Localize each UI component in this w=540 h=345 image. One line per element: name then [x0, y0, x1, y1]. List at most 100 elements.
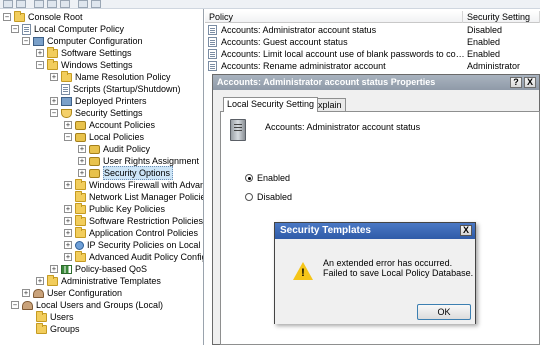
expand-icon[interactable]: + — [50, 73, 58, 81]
help-button[interactable]: ? — [510, 77, 522, 88]
expand-icon[interactable]: + — [78, 157, 86, 165]
policy-heading: Accounts: Administrator account status — [265, 122, 421, 132]
tree-item-local-users-groups[interactable]: − Local Users and Groups (Local) — [11, 299, 163, 311]
tree-item-ip-security[interactable]: + IP Security Policies on Local Co — [64, 239, 203, 251]
folder-icon — [61, 70, 72, 82]
tree-item-audit-policy[interactable]: + Audit Policy — [78, 143, 150, 155]
column-header-security-setting[interactable]: Security Setting — [463, 11, 540, 23]
computer-icon — [33, 36, 44, 46]
tree-item-software-settings[interactable]: + Software Settings — [36, 46, 132, 59]
column-header-policy[interactable]: Policy — [205, 11, 463, 23]
expand-icon[interactable]: + — [50, 265, 58, 273]
tree-item-label: Deployed Printers — [75, 96, 147, 106]
error-title-bar[interactable]: Security Templates — [275, 223, 475, 239]
tree-item-security-settings[interactable]: − Security Settings — [50, 107, 143, 119]
expand-icon[interactable]: + — [50, 97, 58, 105]
tree-item-console-root[interactable]: − Console Root — [3, 10, 83, 23]
tree-item-software-restriction[interactable]: + Software Restriction Policies — [64, 214, 204, 227]
tree-item-label: Windows Firewall with Advance — [89, 180, 204, 190]
tree-item-user-configuration[interactable]: + User Configuration — [22, 287, 122, 299]
tree-item-local-policies[interactable]: − Local Policies — [64, 131, 144, 143]
tree-item-administrative-templates[interactable]: + Administrative Templates — [36, 274, 161, 287]
expand-icon[interactable]: + — [64, 121, 72, 129]
folder-icon — [47, 274, 58, 286]
show-hide-tree-icon[interactable] — [47, 0, 57, 8]
tree-item-label: Users — [50, 312, 74, 322]
collapse-icon[interactable]: − — [22, 37, 30, 45]
folder-icon — [75, 202, 86, 214]
console-tree: − Console Root − Local Computer Policy −… — [0, 9, 204, 345]
enabled-label[interactable]: Enabled — [257, 173, 290, 183]
tab-local-security-setting[interactable]: Local Security Setting — [223, 97, 319, 112]
tree-item-name-resolution-policy[interactable]: + Name Resolution Policy — [50, 70, 171, 83]
tree-item-application-control[interactable]: + Application Control Policies — [64, 226, 198, 239]
tree-item-users[interactable]: Users — [36, 310, 74, 323]
expand-icon[interactable]: + — [64, 217, 72, 225]
expand-icon[interactable]: + — [36, 277, 44, 285]
user-icon — [33, 288, 44, 298]
policy-name: Accounts: Guest account status — [221, 37, 348, 47]
folder-lock-icon — [89, 168, 100, 178]
error-body: ! An extended error has occurred. Failed… — [275, 240, 475, 324]
error-title: Security Templates — [280, 225, 371, 236]
list-row[interactable]: Accounts: Administrator account status D… — [205, 24, 540, 36]
tree-item-label: Software Restriction Policies — [89, 216, 204, 226]
expand-icon[interactable]: + — [64, 205, 72, 213]
tree-item-label: Scripts (Startup/Shutdown) — [73, 84, 181, 94]
tree-item-windows-settings[interactable]: − Windows Settings — [36, 58, 133, 71]
tree-item-label: Administrative Templates — [61, 276, 161, 286]
tree-item-advanced-audit[interactable]: + Advanced Audit Policy Configu — [64, 250, 203, 263]
tree-item-computer-configuration[interactable]: − Computer Configuration — [22, 35, 143, 47]
tree-item-policy-based-qos[interactable]: + Policy-based QoS — [50, 263, 147, 275]
expand-icon[interactable]: + — [64, 241, 72, 249]
tree-item-deployed-printers[interactable]: + Deployed Printers — [50, 95, 147, 107]
list-row[interactable]: Accounts: Limit local account use of bla… — [205, 48, 540, 60]
disabled-label[interactable]: Disabled — [257, 192, 292, 202]
folder-lock-icon — [75, 120, 86, 130]
tree-item-scripts[interactable]: Scripts (Startup/Shutdown) — [50, 83, 181, 95]
folder-icon — [36, 310, 47, 322]
expand-icon[interactable]: + — [22, 289, 30, 297]
enabled-radio[interactable] — [245, 174, 253, 182]
collapse-icon[interactable]: − — [11, 301, 19, 309]
policy-setting: Enabled — [467, 37, 501, 47]
collapse-icon[interactable]: − — [36, 61, 44, 69]
tree-item-groups[interactable]: Groups — [36, 322, 80, 335]
expand-icon[interactable]: + — [78, 169, 86, 177]
back-icon[interactable] — [3, 0, 13, 8]
expand-icon[interactable]: + — [64, 181, 72, 189]
tree-item-local-computer-policy[interactable]: − Local Computer Policy — [11, 23, 124, 35]
error-close-button[interactable]: X — [460, 225, 472, 236]
tree-item-windows-firewall[interactable]: + Windows Firewall with Advance — [64, 178, 204, 191]
users-icon — [22, 300, 33, 310]
list-row[interactable]: Accounts: Rename administrator account A… — [205, 60, 540, 72]
up-folder-icon[interactable] — [34, 0, 44, 8]
expand-icon[interactable]: + — [64, 253, 72, 261]
tree-item-label: Console Root — [28, 12, 83, 22]
expand-icon[interactable]: + — [36, 49, 44, 57]
close-button[interactable]: X — [524, 77, 536, 88]
qos-icon — [61, 264, 72, 274]
properties-icon[interactable] — [60, 0, 70, 8]
tree-item-label: Local Users and Groups (Local) — [36, 300, 164, 310]
folder-icon — [75, 190, 86, 202]
forward-icon[interactable] — [16, 0, 26, 8]
tree-item-label: Account Policies — [89, 120, 156, 130]
disabled-radio[interactable] — [245, 193, 253, 201]
collapse-icon[interactable]: − — [11, 25, 19, 33]
export-list-icon[interactable] — [91, 0, 101, 8]
tree-item-account-policies[interactable]: + Account Policies — [64, 119, 155, 131]
tree-item-security-options[interactable]: + Security Options — [78, 166, 174, 180]
tree-item-network-list-manager[interactable]: Network List Manager Policies — [64, 190, 203, 203]
ok-button[interactable]: OK — [417, 304, 471, 320]
tree-item-label: User Configuration — [47, 288, 123, 298]
expand-icon[interactable]: + — [64, 229, 72, 237]
help-icon[interactable] — [78, 0, 88, 8]
collapse-icon[interactable]: − — [64, 133, 72, 141]
collapse-icon[interactable]: − — [50, 109, 58, 117]
properties-title-bar[interactable]: Accounts: Administrator account status P… — [213, 75, 539, 90]
expand-icon[interactable]: + — [78, 145, 86, 153]
tree-item-public-key-policies[interactable]: + Public Key Policies — [64, 202, 165, 215]
collapse-icon[interactable]: − — [3, 13, 11, 21]
list-row[interactable]: Accounts: Guest account status Enabled — [205, 36, 540, 48]
